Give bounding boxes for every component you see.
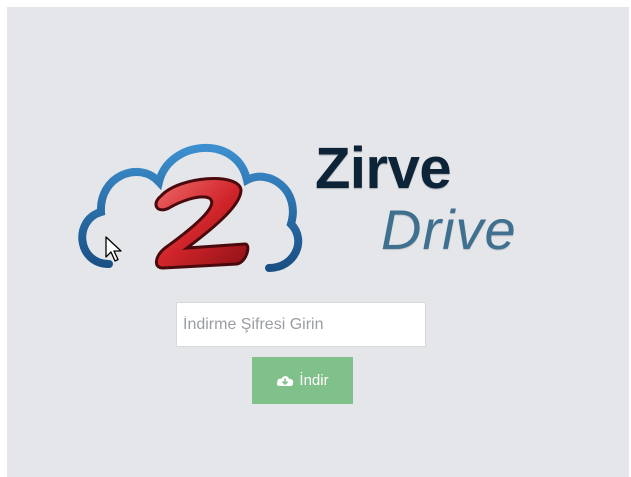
logo-word-zirve: Zirve	[315, 136, 452, 201]
page-background: Zirve Drive İndir	[7, 7, 629, 477]
download-button-label: İndir	[299, 372, 329, 389]
zirve-drive-logo: Zirve Drive	[69, 132, 549, 282]
download-password-input[interactable]	[176, 302, 426, 347]
cloud-download-icon	[277, 376, 294, 386]
mouse-pointer-icon	[105, 236, 122, 262]
logo-word-drive: Drive	[381, 198, 517, 261]
download-button[interactable]: İndir	[252, 357, 353, 404]
